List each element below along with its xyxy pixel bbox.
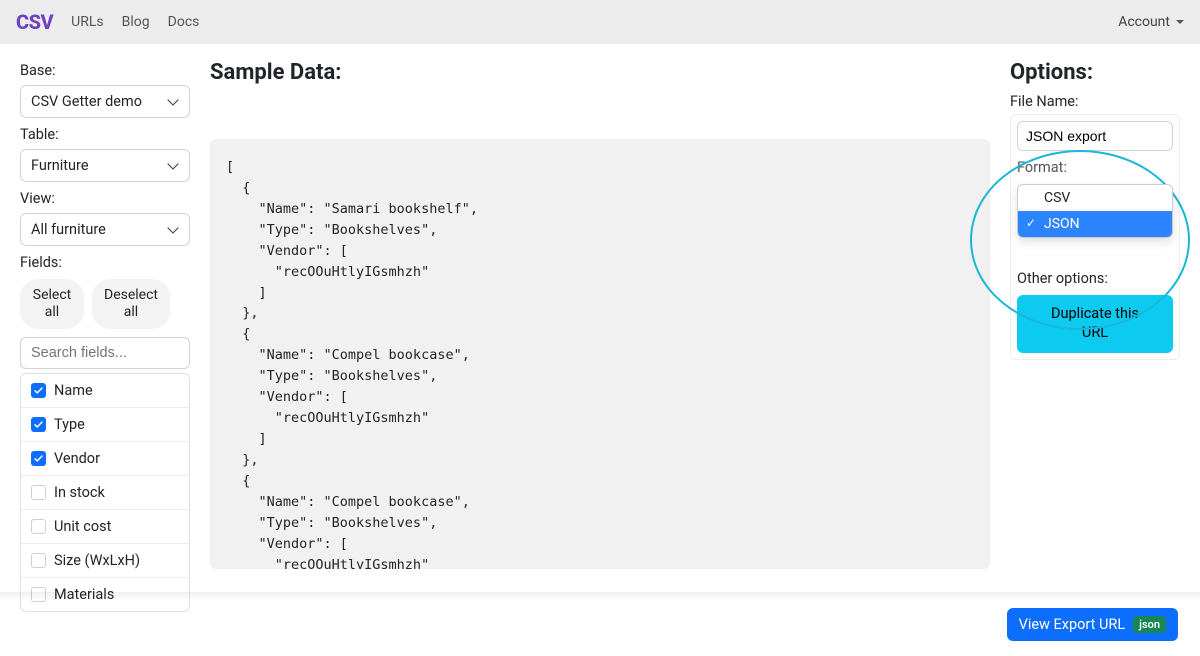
field-label: Name bbox=[54, 382, 93, 399]
base-select-value: CSV Getter demo bbox=[31, 93, 142, 110]
select-all-line2: all bbox=[32, 304, 72, 321]
format-option-json[interactable]: JSON bbox=[1018, 211, 1172, 237]
checkbox-icon[interactable] bbox=[31, 383, 46, 398]
checkbox-icon[interactable] bbox=[31, 553, 46, 568]
sample-data-code: [ { "Name": "Samari bookshelf", "Type": … bbox=[210, 139, 990, 569]
base-select[interactable]: CSV Getter demo bbox=[20, 85, 190, 118]
nav-link-docs[interactable]: Docs bbox=[168, 14, 200, 30]
checkbox-icon[interactable] bbox=[31, 451, 46, 466]
view-select-value: All furniture bbox=[31, 221, 106, 238]
checkbox-icon[interactable] bbox=[31, 485, 46, 500]
navbar: CSV URLs Blog Docs Account bbox=[0, 0, 1200, 44]
view-label: View: bbox=[20, 190, 190, 207]
format-dropdown[interactable]: CSV JSON bbox=[1017, 184, 1173, 238]
field-item[interactable]: Unit cost bbox=[21, 510, 189, 544]
duplicate-line2: URL bbox=[1082, 324, 1108, 341]
right-panel: Options: File Name: Format: CSV JSON Oth… bbox=[1010, 60, 1180, 612]
field-label: Unit cost bbox=[54, 518, 111, 535]
field-label: Type bbox=[54, 416, 85, 433]
select-all-button[interactable]: Select all bbox=[20, 279, 84, 329]
view-export-url-button[interactable]: View Export URL json bbox=[1007, 608, 1178, 641]
field-label: In stock bbox=[54, 484, 105, 501]
fields-actions: Select all Deselect all bbox=[20, 279, 190, 329]
field-label: Vendor bbox=[54, 450, 100, 467]
fields-list: Name Type Vendor In stock Unit cost Size (WxL… bbox=[20, 373, 190, 612]
nav-link-blog[interactable]: Blog bbox=[122, 14, 150, 30]
nav-link-urls[interactable]: URLs bbox=[71, 14, 103, 30]
deselect-all-line1: Deselect bbox=[104, 287, 158, 304]
options-box: Format: CSV JSON Other options: Duplicat… bbox=[1010, 114, 1180, 360]
deselect-all-line2: all bbox=[104, 304, 158, 321]
view-select[interactable]: All furniture bbox=[20, 213, 190, 246]
format-label: Format: bbox=[1017, 159, 1173, 176]
chevron-down-icon bbox=[167, 158, 178, 169]
field-item[interactable]: Vendor bbox=[21, 442, 189, 476]
chevron-down-icon bbox=[167, 94, 178, 105]
deselect-all-button[interactable]: Deselect all bbox=[92, 279, 170, 329]
field-item[interactable]: Size (WxLxH) bbox=[21, 544, 189, 578]
brand-logo[interactable]: CSV bbox=[16, 10, 53, 34]
nav-left: CSV URLs Blog Docs bbox=[16, 10, 199, 34]
field-item[interactable]: Name bbox=[21, 374, 189, 408]
bottom-shadow bbox=[0, 592, 1200, 600]
chevron-down-icon bbox=[167, 222, 178, 233]
fields-label: Fields: bbox=[20, 254, 190, 271]
middle-panel: Sample Data: [ { "Name": "Samari bookshe… bbox=[210, 60, 990, 612]
left-panel: Base: CSV Getter demo Table: Furniture V… bbox=[20, 60, 190, 612]
account-menu[interactable]: Account bbox=[1118, 14, 1184, 30]
table-select[interactable]: Furniture bbox=[20, 149, 190, 182]
checkbox-icon[interactable] bbox=[31, 417, 46, 432]
chevron-down-icon bbox=[1176, 20, 1184, 24]
field-item[interactable]: In stock bbox=[21, 476, 189, 510]
field-label: Size (WxLxH) bbox=[54, 552, 140, 569]
field-item[interactable]: Type bbox=[21, 408, 189, 442]
table-select-value: Furniture bbox=[31, 157, 89, 174]
duplicate-url-button[interactable]: Duplicate this URL bbox=[1017, 295, 1173, 353]
select-all-line1: Select bbox=[32, 287, 72, 304]
other-options-label: Other options: bbox=[1017, 270, 1173, 287]
account-label: Account bbox=[1118, 14, 1170, 30]
format-badge: json bbox=[1133, 616, 1166, 633]
main-container: Base: CSV Getter demo Table: Furniture V… bbox=[0, 44, 1200, 628]
base-label: Base: bbox=[20, 62, 190, 79]
format-dropdown-menu: CSV JSON bbox=[1017, 184, 1173, 238]
table-label: Table: bbox=[20, 126, 190, 143]
duplicate-line1: Duplicate this bbox=[1051, 305, 1139, 322]
view-export-url-label: View Export URL bbox=[1019, 616, 1126, 633]
filename-input[interactable] bbox=[1017, 121, 1173, 151]
options-heading: Options: bbox=[1010, 60, 1180, 85]
search-fields-input[interactable] bbox=[20, 337, 190, 369]
format-option-csv[interactable]: CSV bbox=[1018, 185, 1172, 211]
sample-data-heading: Sample Data: bbox=[210, 60, 990, 85]
checkbox-icon[interactable] bbox=[31, 519, 46, 534]
filename-label: File Name: bbox=[1010, 93, 1180, 110]
